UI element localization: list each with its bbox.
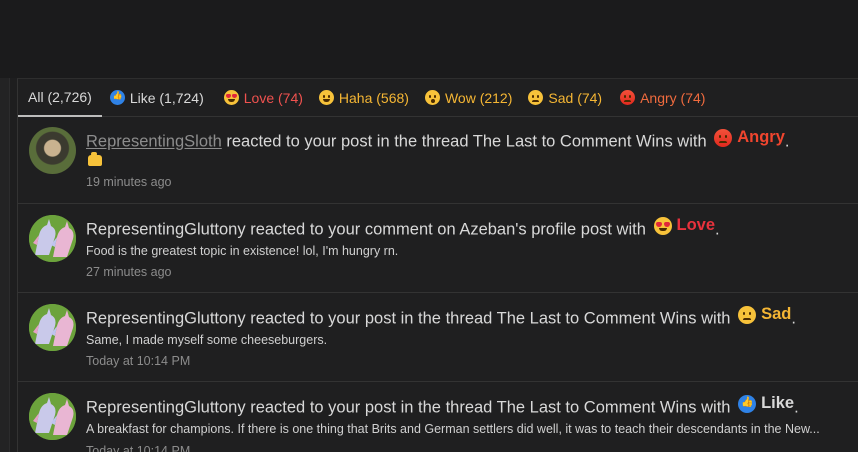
unicorn-icon: [29, 304, 76, 351]
alert-text: RepresentingSloth reacted to your post i…: [86, 128, 789, 152]
username-link[interactable]: RepresentingGluttony: [86, 399, 246, 417]
reaction-name: Angry: [737, 128, 785, 146]
site-header: [0, 0, 858, 78]
sidebar-edge: [0, 78, 10, 452]
tab-sad[interactable]: Sad (74): [528, 79, 602, 117]
reaction-name: Love: [676, 216, 716, 234]
love-icon: [653, 216, 672, 235]
alert-item[interactable]: RepresentingGluttony reacted to your pos…: [18, 382, 858, 452]
reaction-label: Angry: [711, 128, 785, 147]
tab-like-label: Like (1,724): [129, 89, 204, 106]
tab-all-label: All (2,726): [28, 88, 92, 105]
tab-love-label: Love (74): [243, 89, 303, 106]
reaction-label: Sad: [735, 305, 791, 324]
alert-action[interactable]: reacted to your post in the thread The L…: [226, 133, 706, 151]
thumbs-up-icon: [88, 152, 102, 166]
alert-snippet: Same, I made myself some cheeseburgers.: [86, 333, 328, 347]
tab-angry-label: Angry (74): [640, 89, 706, 106]
reaction-name: Sad: [761, 305, 792, 323]
username-link[interactable]: RepresentingGluttony: [86, 310, 246, 328]
username-link[interactable]: RepresentingGluttony: [86, 221, 246, 239]
tab-sad-label: Sad (74): [548, 89, 603, 106]
tab-wow[interactable]: Wow (212): [424, 79, 513, 117]
tab-angry[interactable]: Angry (74): [620, 79, 705, 117]
haha-icon: [318, 90, 334, 105]
unicorn-icon: [29, 215, 76, 262]
alert-time: Today at 10:14 PM: [86, 354, 191, 368]
alerts-panel: All (2,726) Like (1,724) Love (74) Haha …: [17, 78, 858, 452]
avatar[interactable]: [29, 127, 76, 174]
avatar[interactable]: [29, 304, 76, 351]
alert-time: Today at 10:14 PM: [86, 444, 191, 452]
alert-period: .: [715, 220, 720, 239]
tab-wow-label: Wow (212): [444, 89, 513, 106]
tab-haha-label: Haha (568): [338, 89, 409, 106]
unicorn-icon: [29, 393, 76, 440]
alert-action[interactable]: reacted to your comment on Azeban's prof…: [250, 221, 646, 239]
alert-item[interactable]: RepresentingSloth reacted to your post i…: [18, 117, 858, 204]
username-link[interactable]: RepresentingSloth: [86, 133, 222, 151]
alert-period: .: [794, 398, 799, 417]
tab-all[interactable]: All (2,726): [18, 79, 102, 117]
tab-love[interactable]: Love (74): [223, 79, 303, 117]
alert-action[interactable]: reacted to your post in the thread The L…: [250, 310, 730, 328]
alert-action[interactable]: reacted to your post in the thread The L…: [250, 399, 730, 417]
reaction-tabs: All (2,726) Like (1,724) Love (74) Haha …: [18, 79, 858, 117]
reaction-label: Love: [651, 216, 716, 235]
wow-icon: [424, 90, 440, 105]
like-icon: [109, 90, 125, 105]
alert-text: RepresentingGluttony reacted to your pos…: [86, 394, 799, 418]
tab-haha[interactable]: Haha (568): [318, 79, 409, 117]
alert-text: RepresentingGluttony reacted to your pos…: [86, 305, 796, 329]
avatar[interactable]: [29, 215, 76, 262]
alert-period: .: [784, 132, 790, 151]
angry-icon: [714, 128, 733, 147]
reaction-label: Like: [735, 394, 794, 413]
alert-item[interactable]: RepresentingGluttony reacted to your com…: [18, 204, 858, 293]
alert-snippet: Food is the greatest topic in existence!…: [86, 244, 399, 258]
alert-item[interactable]: RepresentingGluttony reacted to your pos…: [18, 293, 858, 382]
avatar[interactable]: [29, 393, 76, 440]
reaction-name: Like: [761, 394, 795, 412]
tab-like[interactable]: Like (1,724): [109, 79, 204, 117]
alert-period: .: [791, 309, 796, 328]
alert-snippet: A breakfast for champions. If there is o…: [86, 422, 820, 436]
sad-icon: [738, 305, 757, 324]
sad-icon: [528, 90, 544, 105]
love-icon: [223, 90, 239, 105]
like-icon: [738, 394, 757, 413]
alert-time: 27 minutes ago: [86, 265, 172, 279]
alert-time: 19 minutes ago: [86, 175, 172, 189]
alert-text: RepresentingGluttony reacted to your com…: [86, 216, 720, 240]
angry-icon: [620, 90, 636, 105]
